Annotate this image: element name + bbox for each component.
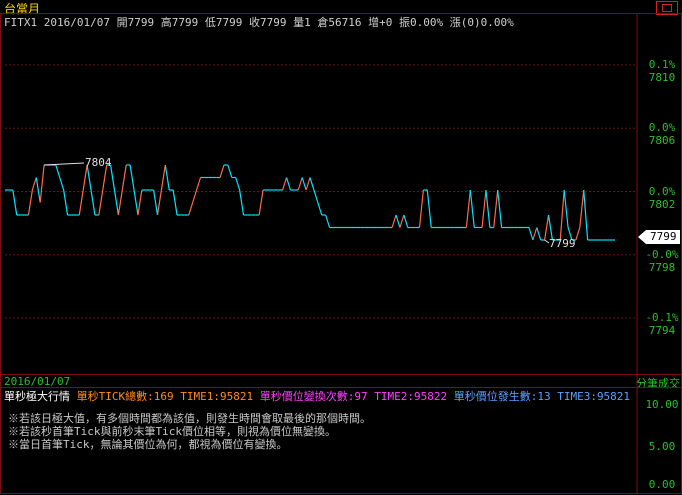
high-annotation: 7804 (85, 156, 112, 169)
price-segment-102 (399, 214, 405, 228)
new-price-count: 單秒價位發生數:13 (453, 390, 551, 403)
price-segment-40 (156, 189, 163, 216)
price-segment-33 (129, 164, 135, 191)
price-segment-135 (528, 227, 534, 241)
time2: TIME2:95822 (374, 390, 448, 403)
price-segment-103 (403, 214, 409, 228)
price-segment-48 (188, 202, 194, 216)
axis-price-0: 7810 (648, 71, 676, 84)
price-segment-44 (172, 189, 178, 216)
price-segment-58 (227, 164, 233, 178)
high-leader (44, 162, 85, 166)
price-segment-77 (301, 177, 307, 191)
price-segment-60 (235, 177, 241, 191)
price-segment-16 (63, 189, 69, 216)
price-segment-127 (497, 189, 503, 228)
axis-price-2: 7802 (648, 197, 676, 211)
axis-pct-2: 0.0% (648, 184, 676, 198)
price-segment-35 (137, 189, 143, 216)
price-segment-56 (219, 164, 225, 178)
price-segment-100 (391, 214, 397, 228)
lower-axis-0: 0.00 (648, 478, 676, 491)
price-segment-120 (469, 189, 475, 228)
price-segment-148 (579, 189, 585, 228)
axis-pct-1: 0.0% (648, 121, 676, 135)
price-segment-61 (239, 189, 245, 216)
price-segment-9 (35, 177, 41, 203)
price-segment-31 (121, 164, 127, 191)
price-segment-81 (317, 202, 323, 216)
price-segment-147 (575, 227, 581, 241)
axis-price-3: 7798 (648, 260, 676, 274)
price-segment-29 (113, 189, 119, 216)
axis-pct-0: 0.1% (648, 58, 676, 71)
indicator-header: 單秒極大行情 單秒TICK總數:169 TIME1:95821 單秒價位變換次數… (4, 388, 630, 404)
price-segment-101 (395, 214, 401, 228)
price-segment-20 (78, 189, 84, 216)
price-segment-124 (485, 189, 491, 228)
price-segment-15 (59, 177, 65, 191)
current-price: 7799 (650, 230, 677, 243)
price-segment-42 (164, 164, 170, 191)
price-segment-10 (39, 164, 45, 203)
price-segment-123 (481, 189, 487, 228)
price-segment-25 (98, 189, 104, 216)
price-segment-119 (465, 189, 471, 228)
axis-price-4: 7794 (648, 324, 676, 337)
tick-total: 單秒TICK總數:169 (76, 390, 174, 403)
axis-pct-3: -0.0% (645, 247, 679, 261)
price-segment-3 (12, 189, 18, 216)
footer-tab[interactable]: 分筆成交 (636, 375, 680, 391)
price-segment-7 (27, 189, 33, 216)
time3: TIME3:95821 (557, 390, 631, 403)
price-segment-79 (309, 177, 315, 191)
note-3: ※當日首筆Tick，無論其價位為何，都視為價位有變換。 (8, 438, 288, 451)
price-segment-30 (117, 189, 123, 216)
price-segment-23 (90, 189, 96, 216)
price-segment-34 (133, 189, 139, 216)
price-segment-8 (31, 177, 37, 191)
low-annotation: 7799 (549, 237, 576, 250)
price-segment-109 (426, 189, 432, 228)
price-segment-107 (418, 189, 424, 228)
lower-axis-5: 5.00 (648, 440, 676, 453)
price-segment-39 (152, 189, 159, 216)
price-segment-41 (160, 164, 166, 191)
price-segment-14 (55, 164, 61, 178)
price-segment-50 (196, 177, 202, 191)
price-segment-72 (282, 177, 288, 191)
price-segment-126 (493, 189, 499, 228)
price-segment-73 (285, 177, 292, 191)
price-segment-139 (544, 214, 550, 241)
price-segment-137 (536, 227, 542, 241)
price-segment-143 (559, 189, 565, 241)
lower-axis-10: 10.00 (645, 398, 679, 411)
price-segment-83 (325, 214, 331, 228)
price-segment-144 (563, 189, 569, 228)
price-change-count: 單秒價位變換次數:97 (259, 390, 368, 403)
price-segment-149 (583, 189, 589, 241)
current-price-marker: 7799 (638, 230, 680, 244)
indicator-name: 單秒極大行情 (4, 390, 70, 403)
axis-pct-4: -0.1% (645, 311, 679, 324)
time1: TIME1:95821 (180, 390, 254, 403)
price-segment-66 (258, 189, 264, 216)
axis-price-1: 7806 (648, 134, 676, 148)
price-segment-78 (305, 177, 311, 191)
price-segment-136 (532, 227, 538, 241)
price-segment-76 (297, 177, 303, 191)
